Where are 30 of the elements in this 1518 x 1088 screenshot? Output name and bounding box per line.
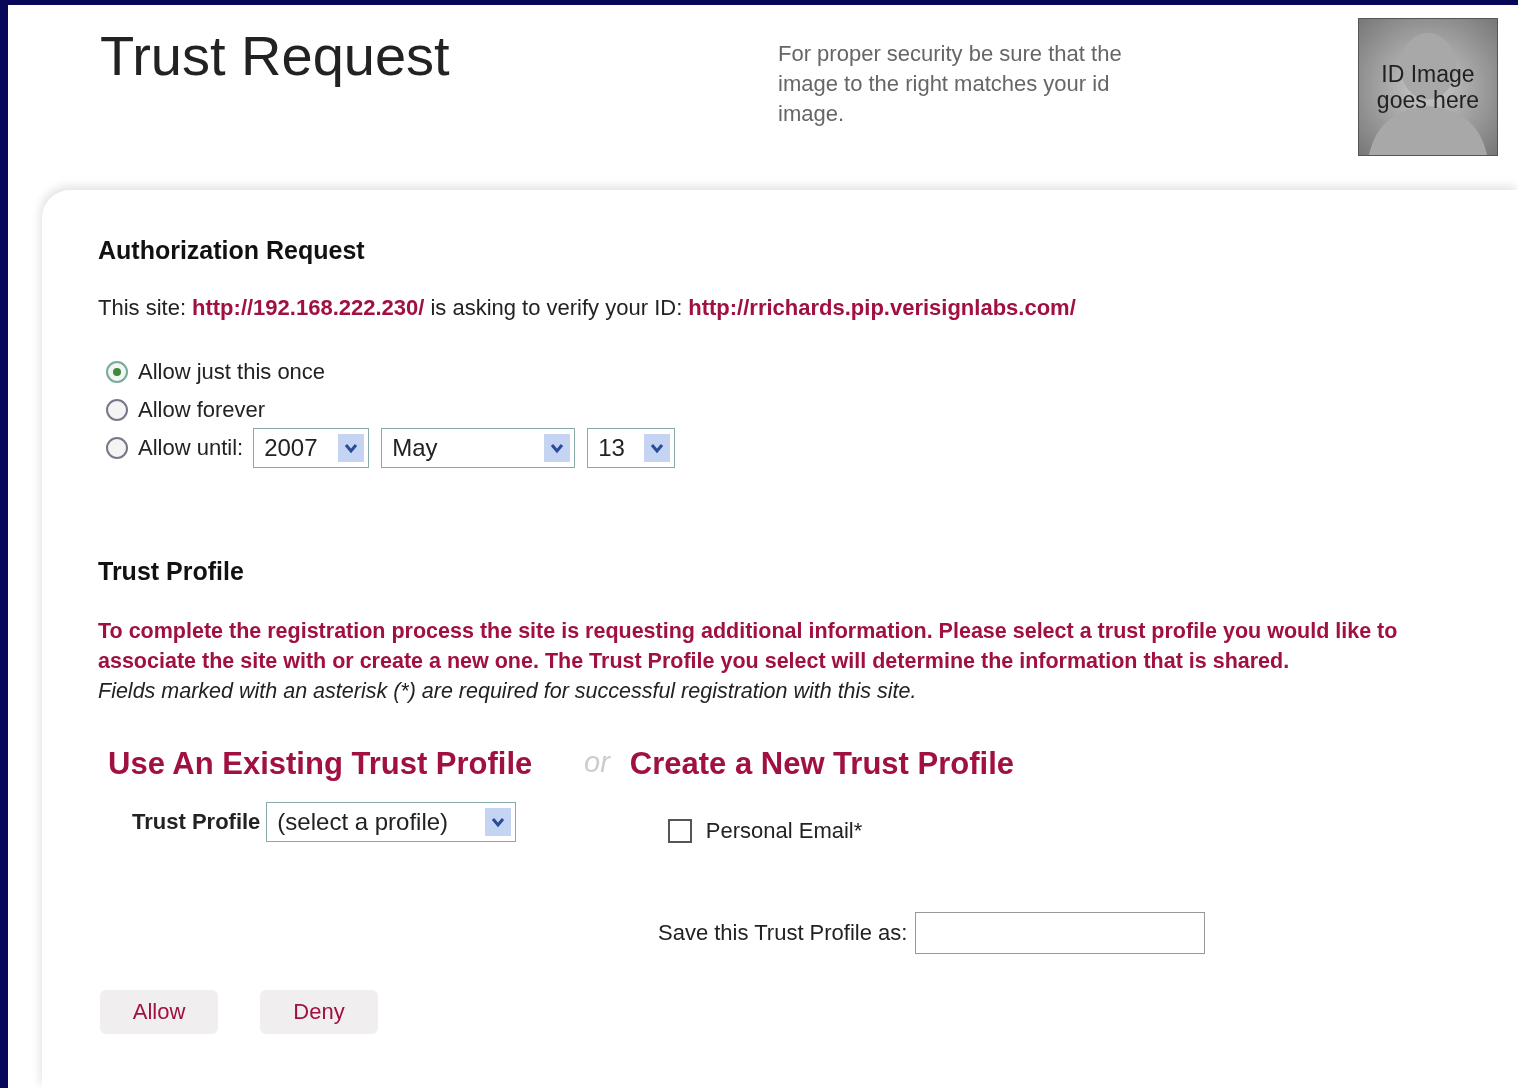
radio-button[interactable] xyxy=(106,399,128,421)
radio-button[interactable] xyxy=(106,437,128,459)
option-label: Allow forever xyxy=(138,397,266,423)
option-label: Allow just this once xyxy=(138,359,326,385)
section-heading: Authorization Request xyxy=(98,236,366,265)
id-image: ID Image goes here xyxy=(1358,18,1498,156)
section-heading: Trust Profile xyxy=(98,557,245,586)
field-label: Personal Email* xyxy=(705,818,863,844)
radio-button[interactable] xyxy=(106,361,128,383)
option-label: Allow until: xyxy=(138,435,244,461)
year-select[interactable]: 2007 xyxy=(253,428,370,468)
new-profile-heading: Create a New Trust Profile xyxy=(629,746,1014,782)
action-button[interactable]: Allow xyxy=(100,990,218,1034)
page-title: Trust Request xyxy=(100,23,451,88)
request-text: is asking to verify your ID: xyxy=(430,295,683,321)
day-select[interactable]: 13 xyxy=(587,428,676,468)
profile-select[interactable]: (select a profile) xyxy=(266,802,517,842)
security-note: For proper security be sure that the image to the right matches your id image. xyxy=(778,40,1123,128)
checkbox[interactable] xyxy=(667,819,692,843)
id-link[interactable]: http://rrichards.pip.verisignlabs.com/ xyxy=(688,295,1076,321)
site-link[interactable]: http://192.168.222.230/ xyxy=(192,295,425,321)
action-button[interactable]: Deny xyxy=(260,990,378,1034)
required-note: Fields marked with an asterisk (*) are required for successful registration with this site. xyxy=(98,678,918,705)
profile-name-field[interactable] xyxy=(915,912,1206,954)
month-select[interactable]: May xyxy=(381,428,576,468)
notice-text: To complete the registration process the site is requesting additional information. Please select a trust profile you would like to associate the site with or create a new one. The Trust Profile you select will determine the information that is shared. xyxy=(98,618,1399,675)
save-label: Save this Trust Profile as: xyxy=(658,920,908,946)
request-text: This site: xyxy=(98,295,187,321)
profile-label: Trust Profile xyxy=(132,809,261,835)
existing-profile-heading: Use An Existing Trust Profile xyxy=(108,746,534,782)
